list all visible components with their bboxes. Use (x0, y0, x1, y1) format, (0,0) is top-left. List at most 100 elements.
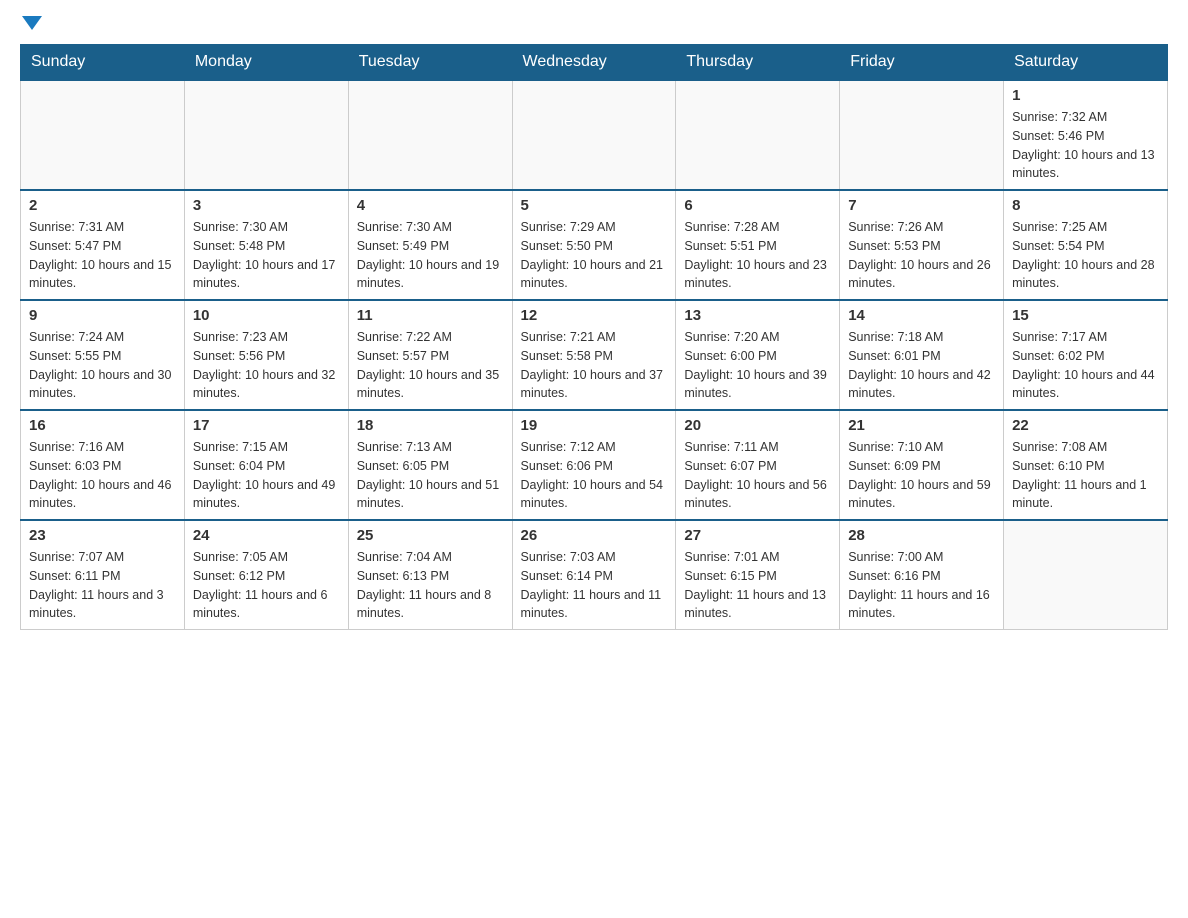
calendar-day-cell: 22 Sunrise: 7:08 AMSunset: 6:10 PMDayligh… (1004, 410, 1168, 520)
calendar-day-cell (676, 80, 840, 190)
day-number: 23 (29, 527, 176, 544)
calendar-day-cell: 27 Sunrise: 7:01 AMSunset: 6:15 PMDayligh… (676, 520, 840, 630)
day-number: 8 (1012, 197, 1159, 214)
day-info: Sunrise: 7:17 AMSunset: 6:02 PMDaylight:… (1012, 328, 1159, 403)
day-info: Sunrise: 7:16 AMSunset: 6:03 PMDaylight:… (29, 438, 176, 513)
calendar-day-cell: 23 Sunrise: 7:07 AMSunset: 6:11 PMDayligh… (21, 520, 185, 630)
calendar-header-row: SundayMondayTuesdayWednesdayThursdayFrid… (21, 45, 1168, 81)
day-info: Sunrise: 7:23 AMSunset: 5:56 PMDaylight:… (193, 328, 340, 403)
day-info: Sunrise: 7:31 AMSunset: 5:47 PMDaylight:… (29, 218, 176, 293)
day-info: Sunrise: 7:12 AMSunset: 6:06 PMDaylight:… (521, 438, 668, 513)
calendar-day-cell: 13 Sunrise: 7:20 AMSunset: 6:00 PMDayligh… (676, 300, 840, 410)
day-number: 2 (29, 197, 176, 214)
calendar-day-cell: 7 Sunrise: 7:26 AMSunset: 5:53 PMDaylight… (840, 190, 1004, 300)
day-info: Sunrise: 7:03 AMSunset: 6:14 PMDaylight:… (521, 548, 668, 623)
day-info: Sunrise: 7:00 AMSunset: 6:16 PMDaylight:… (848, 548, 995, 623)
day-number: 24 (193, 527, 340, 544)
day-info: Sunrise: 7:08 AMSunset: 6:10 PMDaylight:… (1012, 438, 1159, 513)
day-info: Sunrise: 7:24 AMSunset: 5:55 PMDaylight:… (29, 328, 176, 403)
day-info: Sunrise: 7:07 AMSunset: 6:11 PMDaylight:… (29, 548, 176, 623)
calendar-day-cell: 8Sunrise: 7:25 AMSunset: 5:54 PMDaylight… (1004, 190, 1168, 300)
calendar-day-cell: 25 Sunrise: 7:04 AMSunset: 6:13 PMDayligh… (348, 520, 512, 630)
day-info: Sunrise: 7:26 AMSunset: 5:53 PMDaylight:… (848, 218, 995, 293)
day-info: Sunrise: 7:21 AMSunset: 5:58 PMDaylight:… (521, 328, 668, 403)
calendar-day-cell (512, 80, 676, 190)
calendar-day-cell: 19 Sunrise: 7:12 AMSunset: 6:06 PMDayligh… (512, 410, 676, 520)
day-info: Sunrise: 7:13 AMSunset: 6:05 PMDaylight:… (357, 438, 504, 513)
day-info: Sunrise: 7:30 AMSunset: 5:48 PMDaylight:… (193, 218, 340, 293)
calendar-day-cell: 17Sunrise: 7:15 AMSunset: 6:04 PMDayligh… (184, 410, 348, 520)
day-info: Sunrise: 7:01 AMSunset: 6:15 PMDaylight:… (684, 548, 831, 623)
calendar-day-cell: 14 Sunrise: 7:18 AMSunset: 6:01 PMDayligh… (840, 300, 1004, 410)
day-number: 12 (521, 307, 668, 324)
logo (20, 20, 42, 34)
calendar-day-cell: 28 Sunrise: 7:00 AMSunset: 6:16 PMDayligh… (840, 520, 1004, 630)
day-number: 14 (848, 307, 995, 324)
calendar-day-cell: 4Sunrise: 7:30 AMSunset: 5:49 PMDaylight… (348, 190, 512, 300)
day-info: Sunrise: 7:04 AMSunset: 6:13 PMDaylight:… (357, 548, 504, 623)
calendar-weekday-saturday: Saturday (1004, 45, 1168, 81)
logo-arrow-icon (22, 16, 42, 30)
calendar-day-cell: 12 Sunrise: 7:21 AMSunset: 5:58 PMDayligh… (512, 300, 676, 410)
day-info: Sunrise: 7:15 AMSunset: 6:04 PMDaylight:… (193, 438, 340, 513)
calendar-day-cell (184, 80, 348, 190)
day-number: 1 (1012, 87, 1159, 104)
day-number: 4 (357, 197, 504, 214)
calendar-day-cell: 16 Sunrise: 7:16 AMSunset: 6:03 PMDayligh… (21, 410, 185, 520)
day-info: Sunrise: 7:10 AMSunset: 6:09 PMDaylight:… (848, 438, 995, 513)
calendar-weekday-friday: Friday (840, 45, 1004, 81)
calendar-week-row: 16 Sunrise: 7:16 AMSunset: 6:03 PMDayligh… (21, 410, 1168, 520)
calendar-day-cell (1004, 520, 1168, 630)
day-number: 20 (684, 417, 831, 434)
day-info: Sunrise: 7:20 AMSunset: 6:00 PMDaylight:… (684, 328, 831, 403)
day-info: Sunrise: 7:05 AMSunset: 6:12 PMDaylight:… (193, 548, 340, 623)
day-info: Sunrise: 7:18 AMSunset: 6:01 PMDaylight:… (848, 328, 995, 403)
day-number: 21 (848, 417, 995, 434)
day-number: 7 (848, 197, 995, 214)
calendar-day-cell: 2 Sunrise: 7:31 AMSunset: 5:47 PMDaylight… (21, 190, 185, 300)
day-number: 28 (848, 527, 995, 544)
calendar-day-cell (840, 80, 1004, 190)
day-number: 13 (684, 307, 831, 324)
calendar-day-cell: 20 Sunrise: 7:11 AMSunset: 6:07 PMDayligh… (676, 410, 840, 520)
day-number: 3 (193, 197, 340, 214)
page-header (20, 20, 1168, 34)
calendar-day-cell: 26Sunrise: 7:03 AMSunset: 6:14 PMDayligh… (512, 520, 676, 630)
calendar-day-cell: 21 Sunrise: 7:10 AMSunset: 6:09 PMDayligh… (840, 410, 1004, 520)
day-number: 11 (357, 307, 504, 324)
calendar-day-cell: 6 Sunrise: 7:28 AMSunset: 5:51 PMDaylight… (676, 190, 840, 300)
calendar-day-cell: 9Sunrise: 7:24 AMSunset: 5:55 PMDaylight… (21, 300, 185, 410)
calendar-day-cell: 5 Sunrise: 7:29 AMSunset: 5:50 PMDaylight… (512, 190, 676, 300)
calendar-weekday-monday: Monday (184, 45, 348, 81)
day-number: 27 (684, 527, 831, 544)
day-number: 5 (521, 197, 668, 214)
calendar-day-cell (21, 80, 185, 190)
day-number: 22 (1012, 417, 1159, 434)
day-info: Sunrise: 7:11 AMSunset: 6:07 PMDaylight:… (684, 438, 831, 513)
calendar-weekday-tuesday: Tuesday (348, 45, 512, 81)
day-number: 25 (357, 527, 504, 544)
calendar-day-cell: 15 Sunrise: 7:17 AMSunset: 6:02 PMDayligh… (1004, 300, 1168, 410)
calendar-day-cell: 10 Sunrise: 7:23 AMSunset: 5:56 PMDayligh… (184, 300, 348, 410)
calendar-day-cell: 11 Sunrise: 7:22 AMSunset: 5:57 PMDayligh… (348, 300, 512, 410)
calendar-day-cell (348, 80, 512, 190)
calendar-day-cell: 24 Sunrise: 7:05 AMSunset: 6:12 PMDayligh… (184, 520, 348, 630)
day-info: Sunrise: 7:28 AMSunset: 5:51 PMDaylight:… (684, 218, 831, 293)
day-number: 10 (193, 307, 340, 324)
calendar-week-row: 9Sunrise: 7:24 AMSunset: 5:55 PMDaylight… (21, 300, 1168, 410)
calendar-day-cell: 3 Sunrise: 7:30 AMSunset: 5:48 PMDaylight… (184, 190, 348, 300)
calendar-weekday-thursday: Thursday (676, 45, 840, 81)
day-number: 18 (357, 417, 504, 434)
calendar-weekday-wednesday: Wednesday (512, 45, 676, 81)
day-number: 15 (1012, 307, 1159, 324)
calendar-week-row: 2 Sunrise: 7:31 AMSunset: 5:47 PMDaylight… (21, 190, 1168, 300)
day-info: Sunrise: 7:22 AMSunset: 5:57 PMDaylight:… (357, 328, 504, 403)
calendar-week-row: 1 Sunrise: 7:32 AMSunset: 5:46 PMDaylight… (21, 80, 1168, 190)
day-number: 6 (684, 197, 831, 214)
calendar-week-row: 23 Sunrise: 7:07 AMSunset: 6:11 PMDayligh… (21, 520, 1168, 630)
day-number: 19 (521, 417, 668, 434)
day-number: 16 (29, 417, 176, 434)
day-info: Sunrise: 7:29 AMSunset: 5:50 PMDaylight:… (521, 218, 668, 293)
day-info: Sunrise: 7:32 AMSunset: 5:46 PMDaylight:… (1012, 108, 1159, 183)
calendar-day-cell: 18 Sunrise: 7:13 AMSunset: 6:05 PMDayligh… (348, 410, 512, 520)
